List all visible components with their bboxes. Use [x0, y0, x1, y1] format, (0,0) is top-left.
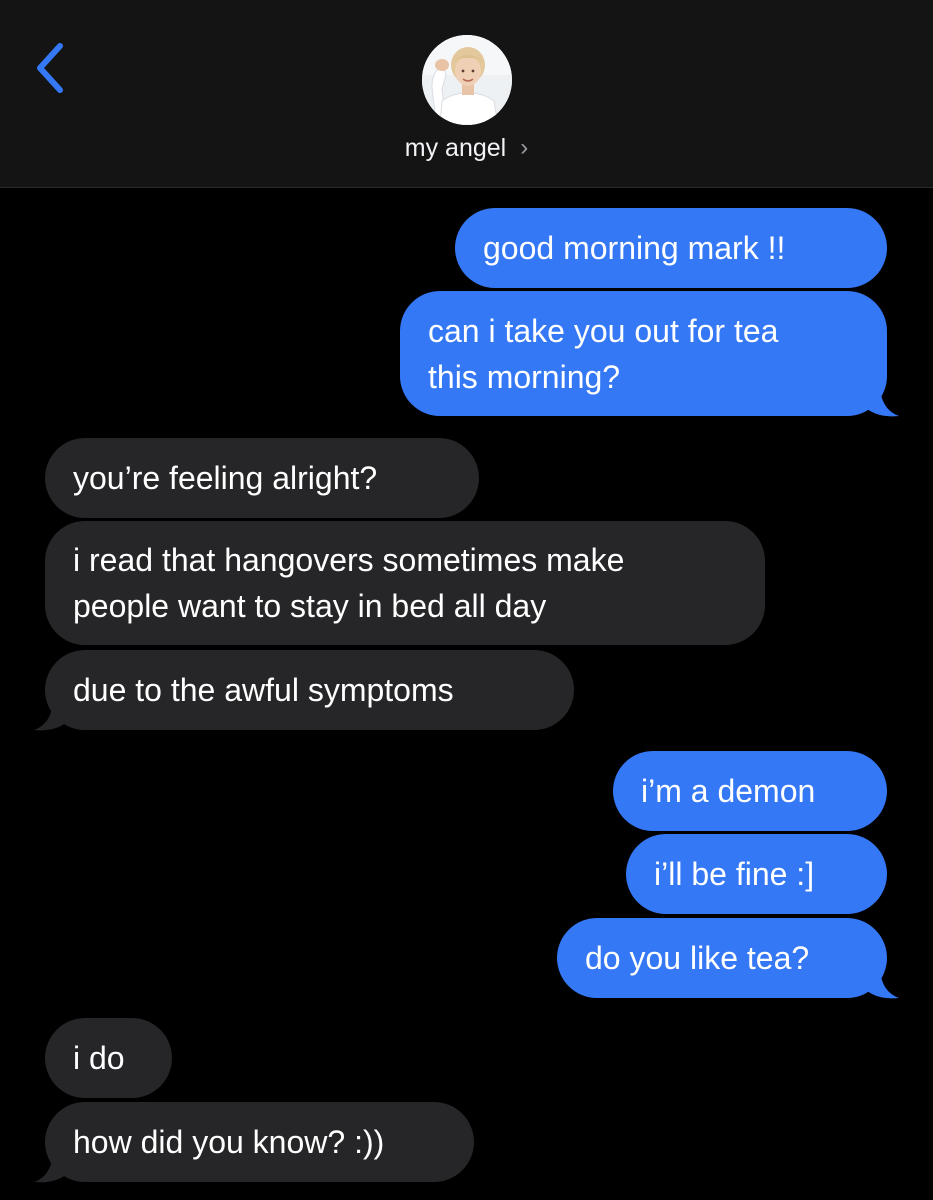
incoming-message[interactable]: i do [45, 1018, 172, 1098]
outgoing-message[interactable]: good morning mark !! [455, 208, 887, 288]
conversation-header: my angel › [0, 0, 933, 188]
contact-name: my angel [404, 134, 507, 162]
incoming-message[interactable]: i read that hangovers sometimes make peo… [45, 521, 765, 645]
message-text: good morning mark !! [483, 230, 786, 266]
chevron-left-icon [37, 43, 63, 93]
message-text-line: can i take you out for tea [428, 312, 779, 349]
bubble-tail [866, 970, 899, 999]
message-text: how did you know? :)) [73, 1124, 385, 1160]
incoming-message[interactable]: due to the awful symptoms [45, 650, 574, 730]
message-text-line: i read that hangovers sometimes make [73, 542, 625, 578]
incoming-message[interactable]: you’re feeling alright? [45, 438, 479, 518]
message-text: do you like tea? [585, 940, 810, 976]
message-text: you’re feeling alright? [73, 460, 378, 496]
message-text: i’m a demon [641, 773, 816, 809]
incoming-message[interactable]: how did you know? :)) [45, 1102, 474, 1182]
contact-avatar[interactable] [422, 35, 512, 125]
message-text: i’ll be fine :] [654, 856, 815, 892]
outgoing-message[interactable]: can i take you out for tea this morning? [400, 291, 887, 416]
message-text-line: people want to stay in bed all day [73, 588, 547, 624]
bubble-tail [866, 388, 899, 417]
contact-name-button[interactable]: my angel › [0, 130, 933, 166]
chevron-right-icon: › [520, 134, 529, 161]
outgoing-message[interactable]: i’ll be fine :] [626, 834, 887, 914]
outgoing-message[interactable]: i’m a demon [613, 751, 887, 831]
avatar-photo [422, 35, 512, 125]
message-text-line: this morning? [428, 358, 621, 395]
bubble-tail [34, 702, 67, 731]
back-button[interactable] [30, 38, 70, 98]
bubble-tail [34, 1154, 67, 1183]
message-text: i do [73, 1040, 125, 1076]
message-text: due to the awful symptoms [73, 672, 454, 708]
outgoing-message[interactable]: do you like tea? [557, 918, 887, 998]
